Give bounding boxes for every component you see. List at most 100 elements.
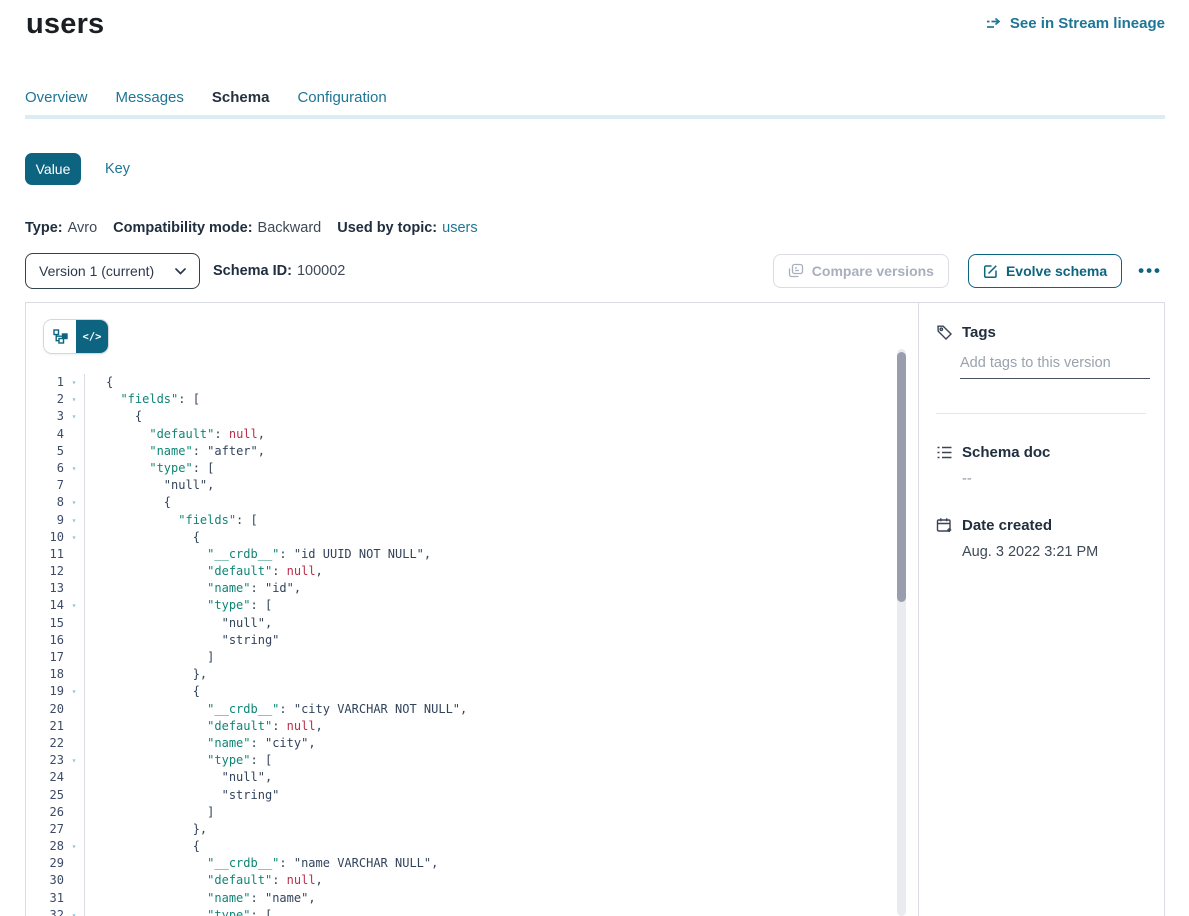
key-toggle-button[interactable]: Key	[105, 161, 130, 177]
fold-spacer	[64, 632, 84, 649]
code-text: "__crdb__": "name VARCHAR NULL",	[84, 855, 918, 872]
compare-versions-button[interactable]: Compare versions	[773, 254, 949, 288]
code-line: 15 "null",	[26, 615, 918, 632]
tab-underline-track	[25, 115, 1165, 119]
fold-spacer	[64, 426, 84, 443]
fold-spacer	[64, 804, 84, 821]
stream-lineage-label: See in Stream lineage	[1010, 15, 1165, 32]
fold-spacer	[64, 477, 84, 494]
code-line: 18 },	[26, 666, 918, 683]
fold-toggle-icon[interactable]: ▾	[64, 512, 84, 529]
fold-toggle-icon[interactable]: ▾	[64, 597, 84, 614]
code-text: "null",	[84, 769, 918, 786]
code-text: "default": null,	[84, 718, 918, 735]
line-number: 18	[26, 666, 64, 683]
version-actions: Compare versions Evolve schema •••	[773, 254, 1166, 288]
compare-versions-label: Compare versions	[812, 263, 934, 279]
editor-scrollbar-thumb[interactable]	[897, 352, 906, 602]
tags-heading: Tags	[962, 324, 996, 341]
fold-toggle-icon[interactable]: ▾	[64, 374, 84, 391]
line-number: 20	[26, 701, 64, 718]
compatibility-label: Compatibility mode:	[113, 220, 252, 236]
code-line: 13 "name": "id",	[26, 580, 918, 597]
line-number: 7	[26, 477, 64, 494]
fold-spacer	[64, 649, 84, 666]
fold-toggle-icon[interactable]: ▾	[64, 907, 84, 916]
fold-toggle-icon[interactable]: ▾	[64, 752, 84, 769]
fold-toggle-icon[interactable]: ▾	[64, 391, 84, 408]
code-view-button[interactable]: </>	[76, 320, 108, 353]
fold-toggle-icon[interactable]: ▾	[64, 529, 84, 546]
fold-spacer	[64, 666, 84, 683]
page-title: users	[26, 8, 104, 41]
fold-toggle-icon[interactable]: ▾	[64, 460, 84, 477]
code-line: 23▾ "type": [	[26, 752, 918, 769]
code-text: ]	[84, 649, 918, 666]
code-line: 25 "string"	[26, 787, 918, 804]
code-text: {	[84, 529, 918, 546]
code-text: "type": [	[84, 597, 918, 614]
code-text: "default": null,	[84, 563, 918, 580]
code-line: 2▾ "fields": [	[26, 391, 918, 408]
code-text: {	[84, 838, 918, 855]
evolve-schema-button[interactable]: Evolve schema	[968, 254, 1122, 288]
chevron-down-icon	[175, 268, 186, 275]
fold-spacer	[64, 769, 84, 786]
code-line: 21 "default": null,	[26, 718, 918, 735]
fold-spacer	[64, 563, 84, 580]
stream-lineage-link[interactable]: See in Stream lineage	[986, 15, 1165, 32]
more-actions-button[interactable]: •••	[1134, 261, 1166, 281]
code-line: 26 ]	[26, 804, 918, 821]
fold-toggle-icon[interactable]: ▾	[64, 408, 84, 425]
version-bar: Version 1 (current) Schema ID: 100002	[25, 253, 1166, 289]
line-number: 2	[26, 391, 64, 408]
code-text: {	[84, 408, 918, 425]
code-line: 16 "string"	[26, 632, 918, 649]
code-line: 7 "null",	[26, 477, 918, 494]
fold-toggle-icon[interactable]: ▾	[64, 838, 84, 855]
code-text: "name": "id",	[84, 580, 918, 597]
fold-toggle-icon[interactable]: ▾	[64, 494, 84, 511]
line-number: 8	[26, 494, 64, 511]
code-text: {	[84, 683, 918, 700]
line-number: 17	[26, 649, 64, 666]
editor-scrollbar[interactable]	[897, 349, 906, 916]
line-number: 1	[26, 374, 64, 391]
line-number: 13	[26, 580, 64, 597]
code-line: 27 },	[26, 821, 918, 838]
editor-view-toggle: </>	[44, 320, 108, 353]
fold-spacer	[64, 787, 84, 804]
fold-spacer	[64, 443, 84, 460]
sidebar-divider	[936, 413, 1146, 414]
code-line: 11 "__crdb__": "id UUID NOT NULL",	[26, 546, 918, 563]
schema-doc-value: --	[962, 471, 1146, 487]
version-select[interactable]: Version 1 (current)	[25, 253, 200, 289]
code-text: "type": [	[84, 752, 918, 769]
add-tags-input[interactable]	[960, 355, 1150, 379]
date-created-section: Date created Aug. 3 2022 3:21 PM	[936, 517, 1146, 560]
fold-toggle-icon[interactable]: ▾	[64, 683, 84, 700]
tab-messages[interactable]: Messages	[116, 89, 184, 115]
code-line: 24 "null",	[26, 769, 918, 786]
tree-view-button[interactable]	[44, 320, 76, 353]
topic-link-users[interactable]: users	[442, 220, 477, 236]
code-line: 5 "name": "after",	[26, 443, 918, 460]
code-text: "__crdb__": "city VARCHAR NOT NULL",	[84, 701, 918, 718]
fold-spacer	[64, 821, 84, 838]
code-text: "name": "after",	[84, 443, 918, 460]
code-text: {	[84, 494, 918, 511]
code-line: 9▾ "fields": [	[26, 512, 918, 529]
code-text: "null",	[84, 615, 918, 632]
tab-schema[interactable]: Schema	[212, 89, 270, 115]
tab-overview[interactable]: Overview	[25, 89, 88, 115]
value-toggle-button[interactable]: Value	[25, 153, 81, 185]
line-number: 31	[26, 890, 64, 907]
tab-configuration[interactable]: Configuration	[297, 89, 386, 115]
schema-id-label: Schema ID:	[213, 263, 292, 279]
code-text: "type": [	[84, 460, 918, 477]
schema-meta: Type: Avro Compatibility mode: Backward …	[25, 220, 478, 236]
line-number: 16	[26, 632, 64, 649]
code-line: 8▾ {	[26, 494, 918, 511]
schema-part-toggle: Value Key	[25, 153, 130, 185]
code-text: "default": null,	[84, 872, 918, 889]
